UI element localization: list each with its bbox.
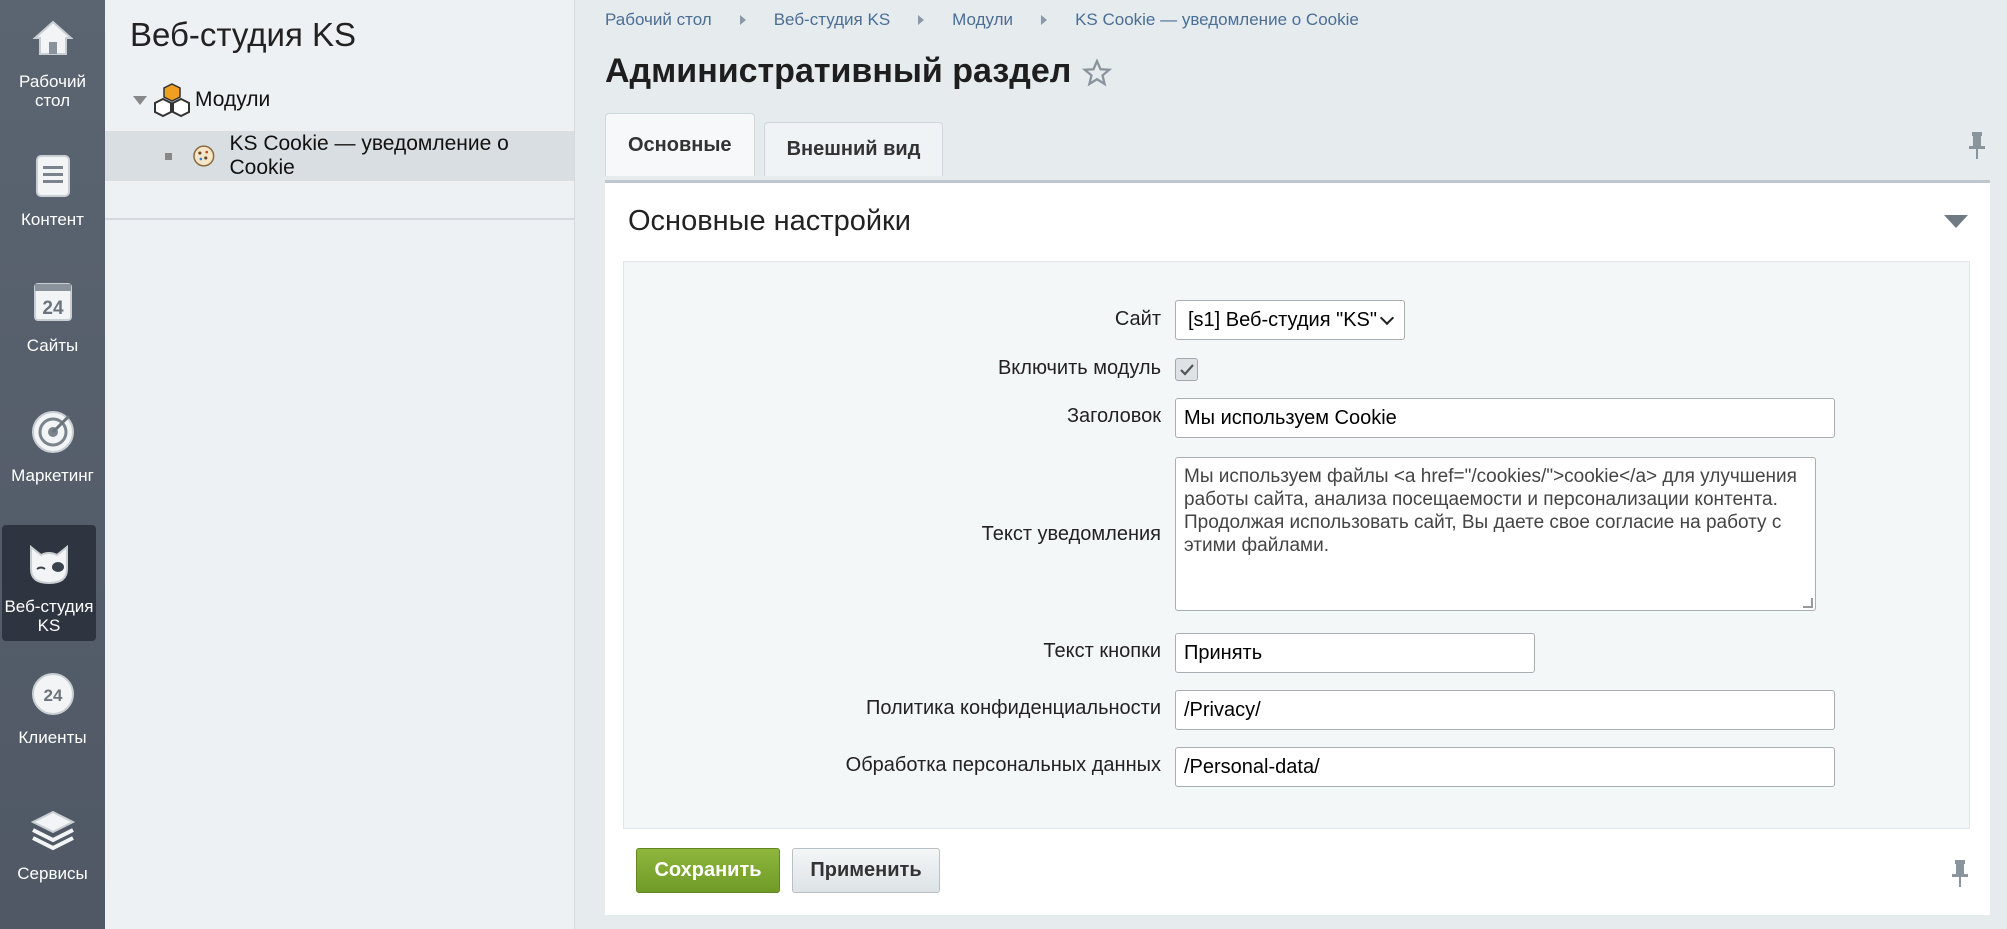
site-select[interactable]: [s1] Веб-студия "KS" [1175,300,1405,340]
rail-item-desktop[interactable]: Рабочий стол [0,14,105,110]
pin-icon[interactable] [1965,130,1989,160]
settings-panel: Основные настройки Сайт [s1] Веб-студия … [605,180,1990,915]
save-button[interactable]: Сохранить [636,848,780,893]
tree-item-label: KS Cookie — уведомление о Cookie [229,132,509,179]
modules-cubes-icon [154,83,190,118]
pin-icon[interactable] [1948,858,1972,888]
rail-item-label: Сервисы [17,864,88,883]
rail-item-label: Клиенты [18,728,87,747]
rail-item-content[interactable]: Контент [0,152,105,229]
tab-bar: Основные Внешний вид [605,113,952,176]
rail-item-label: Рабочий стол [19,72,86,110]
home-icon [31,20,74,55]
star-icon[interactable] [1082,58,1112,88]
breadcrumb-ks-cookie[interactable]: KS Cookie — уведомление о Cookie [1075,10,1359,30]
notice-textarea-value: Мы используем файлы <a href="/cookies/">… [1184,466,1797,556]
settings-form: Сайт [s1] Веб-студия "KS" Включить модул… [623,261,1970,829]
target-icon [31,411,74,453]
collapse-arrow-icon[interactable] [1944,215,1968,228]
heading-label: Заголовок [1066,405,1161,427]
notice-text-label: Текст уведомления [981,523,1161,545]
main-menu-rail: Рабочий стол Контент 24 Сайты Маркетинг … [0,0,105,929]
apply-button[interactable]: Применить [792,848,940,893]
chevron-down-icon [1379,310,1395,326]
tab-appearance[interactable]: Внешний вид [763,122,944,176]
page-title: Административный раздел [605,52,1072,90]
document-icon [35,155,70,197]
button-text-input[interactable] [1175,633,1535,673]
breadcrumb-modules[interactable]: Модули [952,10,1013,30]
resize-grip-icon[interactable] [1803,598,1813,608]
heading-input[interactable] [1175,398,1835,438]
breadcrumb: Рабочий стол Веб-студия KS Модули KS Coo… [605,10,1359,30]
rail-item-webstudio-ks[interactable]: Веб-студия KS [2,525,96,641]
notice-textarea[interactable]: Мы используем файлы <a href="/cookies/">… [1175,457,1816,611]
breadcrumb-desktop[interactable]: Рабочий стол [605,10,712,30]
tab-main[interactable]: Основные [605,113,755,176]
section-title: Основные настройки [628,205,911,237]
main-content: Рабочий стол Веб-студия KS Модули KS Coo… [575,0,2007,929]
tree-item-modules[interactable]: Модули [133,82,270,118]
tree-item-label: Модули [195,88,271,111]
personal-data-label: Обработка персональных данных [845,754,1161,776]
layers-icon [30,810,75,851]
tree-bullet [165,152,172,160]
rail-item-sites[interactable]: 24 Сайты [0,278,105,355]
rail-item-label: Контент [21,210,84,229]
tree-divider [105,218,574,220]
svg-text:24: 24 [43,686,62,705]
breadcrumb-arrow-icon [1041,15,1048,25]
button-text-label: Текст кнопки [1043,640,1161,662]
expand-arrow-icon[interactable] [133,95,147,105]
rail-item-label: Веб-студия KS [4,597,94,635]
cookie-icon [193,145,215,167]
rail-item-clients[interactable]: 24 Клиенты [0,670,105,747]
tree-title: Веб-студия KS [130,16,357,53]
rail-item-label: Сайты [26,336,79,355]
privacy-policy-label: Политика конфиденциальности [865,697,1161,719]
breadcrumb-webstudio[interactable]: Веб-студия KS [774,10,890,30]
calendar-24-icon: 24 [33,283,72,321]
checkmark-icon [1179,363,1194,376]
tree-item-ks-cookie[interactable]: KS Cookie — уведомление о Cookie [105,131,574,181]
clients-24-icon: 24 [31,673,74,715]
privacy-policy-input[interactable] [1175,690,1835,730]
enable-module-label: Включить модуль [997,357,1161,379]
rail-item-label: Маркетинг [11,466,94,485]
breadcrumb-arrow-icon [918,15,925,25]
svg-text:24: 24 [42,298,64,319]
navigation-tree: Веб-студия KS Модули KS Cookie — уведомл… [105,0,575,929]
cat-icon [30,544,68,585]
enable-module-checkbox[interactable] [1175,358,1198,381]
rail-item-marketing[interactable]: Маркетинг [0,408,105,485]
rail-item-services[interactable]: Сервисы [0,806,105,883]
breadcrumb-arrow-icon [739,15,746,25]
personal-data-input[interactable] [1175,747,1835,787]
site-select-value: [s1] Веб-студия "KS" [1188,308,1377,331]
site-label: Сайт [1114,308,1161,330]
